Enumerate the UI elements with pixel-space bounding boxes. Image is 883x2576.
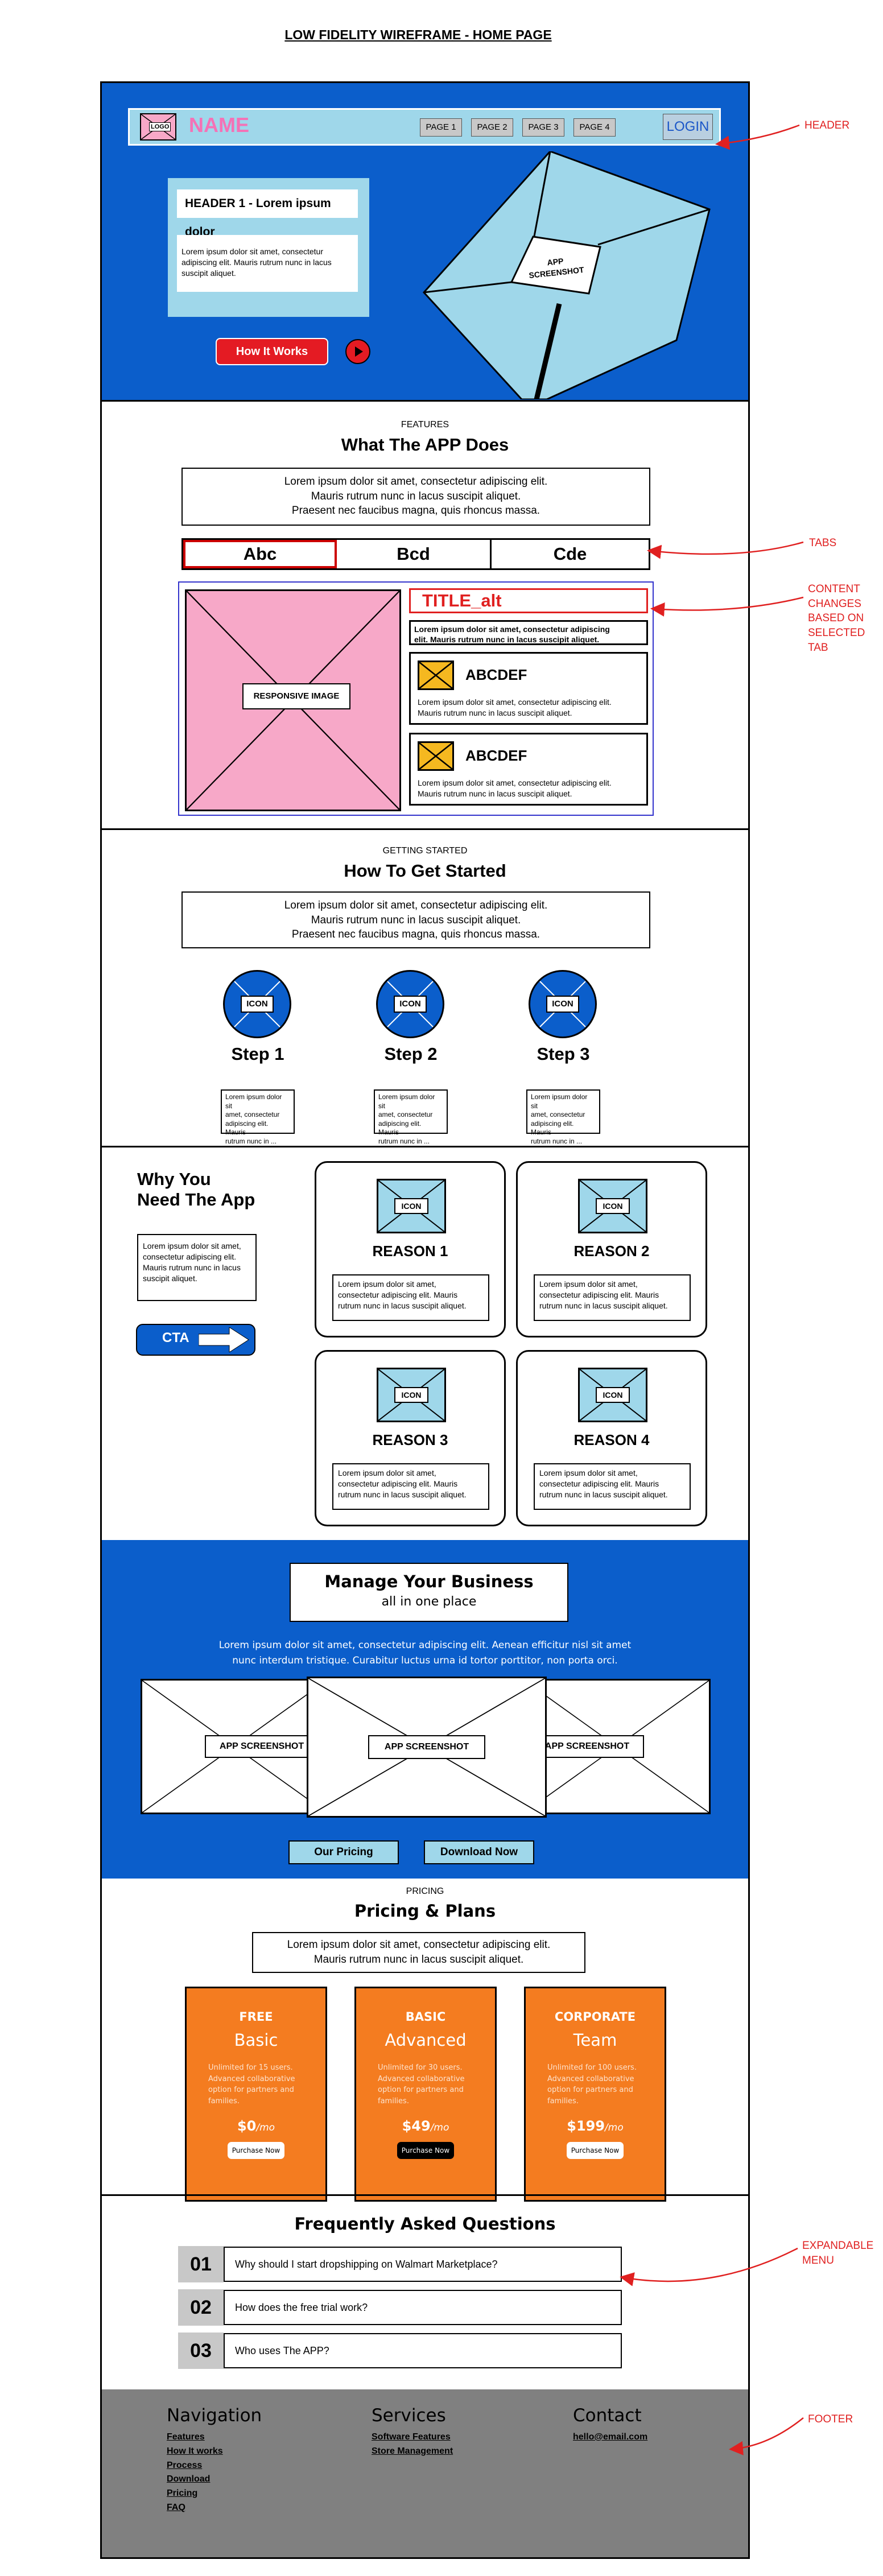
app-screenshot-center: APP SCREENSHOT: [307, 1677, 547, 1818]
reason-card: ICON REASON 2 Lorem ipsum dolor sit amet…: [516, 1161, 707, 1337]
annotation-menu: EXPANDABLE MENU: [802, 2240, 874, 2267]
faq-item[interactable]: 02 How does the free trial work?: [178, 2289, 622, 2326]
reason-icon: ICON: [377, 1179, 446, 1233]
hero-section: LOGO NAME PAGE 1 PAGE 2 PAGE 3 PAGE 4 LO…: [102, 83, 748, 400]
image-icon: [418, 741, 454, 771]
responsive-image: RESPONSIVE IMAGE: [185, 589, 401, 811]
step-icon: ICON: [376, 970, 444, 1038]
features-eyebrow: FEATURES: [401, 420, 449, 430]
header-bar: LOGO NAME PAGE 1 PAGE 2 PAGE 3 PAGE 4 LO…: [128, 108, 721, 146]
nav-page-1[interactable]: PAGE 1: [420, 118, 462, 137]
annotation-content: CONTENT CHANGES BASED ON SELECTED TAB: [808, 583, 865, 654]
reason-card: ICON REASON 1 Lorem ipsum dolor sit amet…: [315, 1161, 506, 1337]
page-title: LOW FIDELITY WIREFRAME - HOME PAGE: [284, 27, 552, 42]
step-1: ICON Step 1 Lorem ipsum dolor sit amet, c…: [221, 970, 295, 1145]
plan-card-free: FREE Basic Unlimited for 15 users. Advanc…: [185, 1987, 327, 2202]
features-section: FEATURES What The APP Does Lorem ipsum d…: [102, 402, 748, 828]
arrow-right-icon: [199, 1327, 249, 1352]
why-title: Why You Need The App: [137, 1169, 255, 1209]
tab-bcd[interactable]: Bcd: [337, 540, 492, 568]
pricing-title: Pricing & Plans: [354, 1901, 496, 1921]
reason-card: ICON REASON 3 Lorem ipsum dolor sit amet…: [315, 1350, 506, 1526]
nav-page-3[interactable]: PAGE 3: [522, 118, 564, 137]
manage-body: Lorem ipsum dolor sit amet, consectetur …: [218, 1640, 632, 1667]
manage-section: Manage Your Business all in one place Lo…: [102, 1540, 748, 1879]
manage-title-box: Manage Your Business all in one place: [290, 1563, 568, 1622]
how-it-works-button[interactable]: How It Works: [216, 338, 328, 365]
tab-content: RESPONSIVE IMAGE TITLE_alt Lorem ipsum d…: [178, 581, 654, 816]
faq-section: Frequently Asked Questions 01 Why should…: [102, 2196, 748, 2389]
purchase-button[interactable]: Purchase Now: [567, 2142, 624, 2159]
pricing-intro: Lorem ipsum dolor sit amet, consectetur …: [252, 1932, 585, 1973]
getting-started-section: GETTING STARTED How To Get Started Lorem…: [102, 830, 748, 1146]
alt-title: TITLE_alt: [409, 588, 648, 613]
page-frame: LOGO NAME PAGE 1 PAGE 2 PAGE 3 PAGE 4 LO…: [100, 81, 750, 2559]
image-icon: [418, 660, 454, 690]
reason-icon: ICON: [578, 1179, 647, 1233]
pricing-eyebrow: PRICING: [406, 1886, 444, 1896]
our-pricing-button[interactable]: Our Pricing: [288, 1840, 399, 1864]
step-icon: ICON: [529, 970, 597, 1038]
purchase-button[interactable]: Purchase Now: [397, 2142, 454, 2159]
app-screenshot-left: APP SCREENSHOT: [141, 1679, 328, 1814]
started-intro: Lorem ipsum dolor sit amet, consectetur …: [181, 891, 650, 948]
footer-email-link[interactable]: hello@email.com: [573, 2430, 647, 2445]
hero-body: Lorem ipsum dolor sit amet, consectetur …: [177, 235, 358, 292]
faq-item[interactable]: 01 Why should I start dropshipping on Wa…: [178, 2246, 622, 2282]
features-title: What The APP Does: [341, 435, 509, 455]
footer-contact: Contact hello@email.com: [573, 2405, 647, 2445]
step-icon: ICON: [223, 970, 291, 1038]
alt-body: Lorem ipsum dolor sit amet, consectetur …: [409, 620, 648, 645]
annotation-tabs: TABS: [809, 537, 837, 549]
logo[interactable]: LOGO: [140, 113, 176, 141]
reason-icon: ICON: [578, 1368, 647, 1422]
nav-page-4[interactable]: PAGE 4: [573, 118, 616, 137]
annotation-header: HEADER: [804, 119, 850, 131]
feature-item: ABCDEF Lorem ipsum dolor sit amet, conse…: [409, 733, 648, 806]
faq-title: Frequently Asked Questions: [294, 2214, 556, 2234]
cta-button[interactable]: CTA: [136, 1324, 255, 1356]
tab-bar: Abc Bcd Cde: [181, 538, 650, 570]
download-now-button[interactable]: Download Now: [424, 1840, 534, 1864]
brand-name: NAME: [189, 113, 249, 137]
started-eyebrow: GETTING STARTED: [382, 846, 468, 856]
play-icon[interactable]: [345, 339, 370, 364]
pricing-plans: FREE Basic Unlimited for 15 users. Advanc…: [185, 1987, 666, 2202]
pricing-section: PRICING Pricing & Plans Lorem ipsum dolo…: [102, 1879, 748, 2202]
purchase-button[interactable]: Purchase Now: [228, 2142, 284, 2159]
hero-heading: HEADER 1 - Lorem ipsum dolor: [177, 189, 358, 238]
footer-navigation: Navigation Features How It works Process…: [167, 2405, 262, 2515]
login-button[interactable]: LOGIN: [663, 114, 713, 140]
footer-link-software-features[interactable]: Software Features: [372, 2430, 453, 2445]
footer-services: Services Software Features Store Managem…: [372, 2405, 453, 2459]
hero-text-panel: HEADER 1 - Lorem ipsum dolor Lorem ipsum…: [168, 178, 369, 317]
footer-link-store-management[interactable]: Store Management: [372, 2445, 453, 2459]
feature-item: ABCDEF Lorem ipsum dolor sit amet, conse…: [409, 652, 648, 725]
plan-card-corporate: CORPORATE Team Unlimited for 100 users. A…: [524, 1987, 666, 2202]
footer-link-faq[interactable]: FAQ: [167, 2501, 262, 2515]
faq-item[interactable]: 03 Who uses The APP?: [178, 2333, 622, 2369]
app-screenshot: APP SCREENSHOT: [420, 151, 716, 399]
why-body: Lorem ipsum dolor sit amet, consectetur a…: [137, 1234, 257, 1301]
tab-abc[interactable]: Abc: [183, 540, 337, 568]
footer-link-features[interactable]: Features: [167, 2430, 262, 2445]
footer-link-process[interactable]: Process: [167, 2459, 262, 2473]
features-intro: Lorem ipsum dolor sit amet, consectetur …: [181, 468, 650, 526]
annotation-footer: FOOTER: [808, 2413, 853, 2425]
plan-card-basic: BASIC Advanced Unlimited for 30 users. Ad…: [354, 1987, 497, 2202]
app-screenshot-right: APP SCREENSHOT: [523, 1679, 711, 1814]
reason-card: ICON REASON 4 Lorem ipsum dolor sit amet…: [516, 1350, 707, 1526]
reason-icon: ICON: [377, 1368, 446, 1422]
why-section: Why You Need The App Lorem ipsum dolor si…: [102, 1147, 748, 1540]
footer-link-download[interactable]: Download: [167, 2472, 262, 2487]
footer-link-pricing[interactable]: Pricing: [167, 2487, 262, 2501]
tab-cde[interactable]: Cde: [492, 540, 649, 568]
footer-link-how-it-works[interactable]: How It works: [167, 2445, 262, 2459]
step-2: ICON Step 2 Lorem ipsum dolor sit amet, c…: [374, 970, 448, 1145]
nav-page-2[interactable]: PAGE 2: [471, 118, 513, 137]
footer: Navigation Features How It works Process…: [102, 2389, 748, 2557]
step-3: ICON Step 3 Lorem ipsum dolor sit amet, c…: [526, 970, 600, 1145]
started-title: How To Get Started: [344, 861, 506, 881]
